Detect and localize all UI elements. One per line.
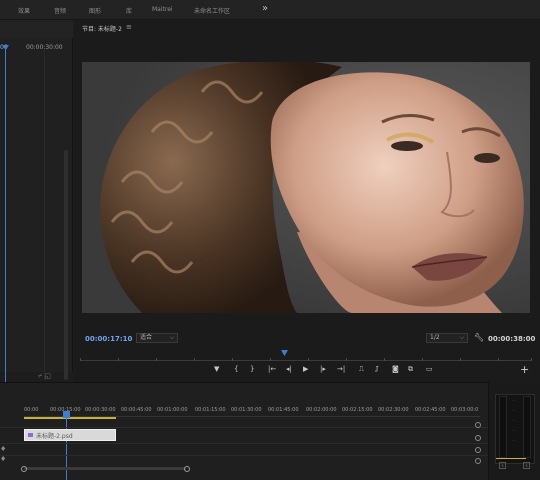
- extract-icon[interactable]: ⎎: [375, 365, 379, 374]
- lift-icon[interactable]: ⎍: [359, 365, 364, 374]
- workspace-tab-graphics[interactable]: 图形: [89, 6, 101, 15]
- meter-scale-mark: -: [513, 418, 515, 423]
- source-timeline-panel: 00 00:00:30:00 ⌿ ◱: [0, 20, 73, 388]
- ruler-label: 00:00: [24, 407, 39, 413]
- program-monitor-title[interactable]: 节目: 未标题-2: [82, 24, 122, 33]
- meter-right-channel: [523, 396, 531, 458]
- program-monitor: 节目: 未标题-2 ≡ 00:00:17:10 适合 ⌵ 1/2 ⌵ 🔧︎ 00…: [74, 20, 540, 382]
- add-marker-icon[interactable]: ▼: [214, 365, 219, 373]
- go-to-in-icon[interactable]: |←: [268, 365, 276, 373]
- ruler-label: 00:02:30:00: [378, 407, 409, 413]
- microphone-icon[interactable]: ♦: [0, 455, 6, 463]
- ruler-label: 00:03:00:0: [451, 407, 479, 413]
- ruler-label: 00:01:45:00: [268, 407, 299, 413]
- track-scroll-knob[interactable]: [475, 458, 481, 464]
- program-timecode-duration: 00:00:38:00: [488, 335, 536, 343]
- panel-menu-icon[interactable]: ≡: [126, 23, 132, 31]
- work-area-bar[interactable]: [24, 417, 116, 419]
- workspace-tab-effects[interactable]: 效果: [18, 6, 30, 15]
- meter-scale-mark: -: [513, 408, 515, 413]
- fit-dropdown-value: 适合: [140, 334, 153, 341]
- meter-scale-mark: -: [513, 438, 515, 443]
- resolution-dropdown-value: 1/2: [430, 334, 440, 341]
- horizontal-scrollbar[interactable]: [24, 467, 186, 470]
- ruler-label: 00:02:15:00: [342, 407, 373, 413]
- workspace-tab-audio[interactable]: 音频: [54, 6, 66, 15]
- comparison-view-icon[interactable]: ⧉: [408, 365, 413, 374]
- track-divider: [0, 443, 488, 444]
- track-scroll-knob[interactable]: [475, 422, 481, 428]
- play-icon[interactable]: ▶: [303, 365, 308, 373]
- panel-divider: [44, 50, 45, 380]
- resolution-dropdown[interactable]: 1/2 ⌵: [426, 333, 468, 343]
- fx-badge-icon: [28, 433, 33, 437]
- panel-header: [0, 20, 73, 38]
- program-timecode-current[interactable]: 00:00:17:10: [85, 335, 132, 343]
- workspace-overflow-button[interactable]: »: [262, 3, 268, 14]
- meter-scale-mark: -: [513, 428, 515, 433]
- add-button[interactable]: +: [520, 363, 529, 376]
- vertical-scrollbar[interactable]: [64, 150, 68, 380]
- ruler-label: 00:01:30:00: [231, 407, 262, 413]
- portrait-image: [82, 62, 530, 313]
- meter-left-channel: [499, 396, 507, 458]
- solo-left-button[interactable]: s: [499, 462, 506, 469]
- clip-label: 未标题-2.psd: [36, 433, 73, 440]
- track-divider: [0, 427, 488, 428]
- ruler-label: 00:02:00:00: [306, 407, 337, 413]
- go-to-out-icon[interactable]: →|: [337, 365, 345, 373]
- step-forward-icon[interactable]: |▸: [320, 365, 326, 373]
- solo-right-button[interactable]: s: [523, 462, 530, 469]
- ruler-label: 00:00:30:00: [85, 407, 116, 413]
- microphone-icon[interactable]: ♦: [0, 445, 6, 453]
- mark-in-icon[interactable]: {: [234, 365, 238, 373]
- step-back-icon[interactable]: ◂|: [286, 365, 292, 373]
- ruler-label: 00:02:45:00: [415, 407, 446, 413]
- track-scroll-knob[interactable]: [475, 435, 481, 441]
- workspace-tab-untitled[interactable]: 未命名工作区: [194, 6, 230, 15]
- export-frame-icon[interactable]: ◙: [392, 365, 399, 373]
- scroll-start-handle[interactable]: [21, 466, 27, 472]
- ruler-label: 00:00:45:00: [121, 407, 152, 413]
- source-playhead-line: [5, 48, 6, 388]
- wrench-icon[interactable]: 🔧︎: [474, 333, 484, 342]
- ruler-label: 00:01:00:00: [157, 407, 188, 413]
- fit-dropdown[interactable]: 适合 ⌵: [136, 333, 178, 343]
- chevron-down-icon: ⌵: [459, 334, 464, 341]
- timeline-clip[interactable]: 未标题-2.psd: [24, 429, 116, 441]
- workspace-tab-libraries[interactable]: 库: [126, 6, 132, 15]
- chevron-down-icon: ⌵: [169, 334, 174, 341]
- workspace-bar: 效果 音频 图形 库 Maitrei 未命名工作区 »: [0, 0, 540, 20]
- mark-out-icon[interactable]: }: [250, 365, 254, 373]
- meter-scale-mark: -: [513, 398, 515, 403]
- timeline-panel: 00:00 00:00:15:00 00:00:30:00 00:00:45:0…: [0, 382, 488, 480]
- track-divider: [0, 455, 488, 456]
- meter-level-line: [496, 458, 526, 459]
- audio-meters: - - - - - s s: [488, 382, 540, 480]
- scroll-end-handle[interactable]: [184, 466, 190, 472]
- safe-margins-icon[interactable]: ▭: [426, 365, 433, 373]
- program-time-ruler[interactable]: [80, 354, 532, 362]
- video-frame: [82, 62, 530, 313]
- workspace-tab-maitrei[interactable]: Maitrei: [152, 6, 173, 13]
- settings-icon[interactable]: ⌿ ◱: [38, 372, 51, 381]
- track-scroll-knob[interactable]: [475, 447, 481, 453]
- ruler-label: 00:01:15:00: [195, 407, 226, 413]
